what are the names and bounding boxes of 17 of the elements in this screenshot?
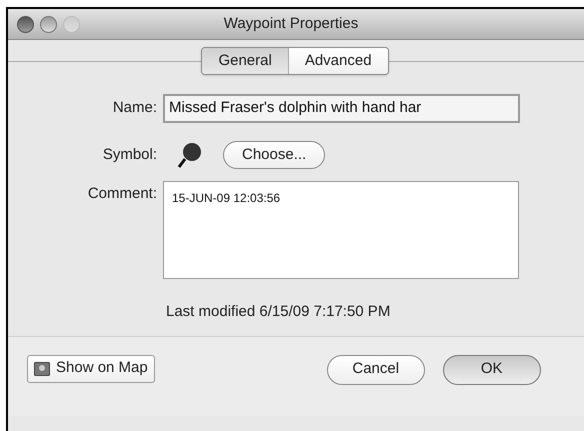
ok-button[interactable]: OK [442,354,541,384]
cancel-button[interactable]: Cancel [326,354,425,384]
tab[interactable]: General [202,48,289,74]
field-label: Name: [112,98,158,118]
pin-icon [177,142,203,168]
name-field[interactable]: Missed Fraser's dolphin with hand har [163,94,520,123]
map-icon [34,362,50,376]
field-label: Comment: [86,184,158,204]
field-label: Symbol: [102,144,158,165]
close-button[interactable] [17,16,34,33]
window-title: Waypoint Properties [224,14,360,34]
comment-field[interactable]: 15-JUN-09 12:03:56 [163,181,519,279]
tab[interactable]: Advanced [288,48,388,74]
show-on-map-button[interactable]: Show on Map [27,354,155,382]
minimize-button[interactable] [40,16,57,33]
last-modified-text: Last modified 6/15/09 7:17:50 PM [166,302,392,322]
choose-button[interactable]: Choose... [223,141,326,169]
